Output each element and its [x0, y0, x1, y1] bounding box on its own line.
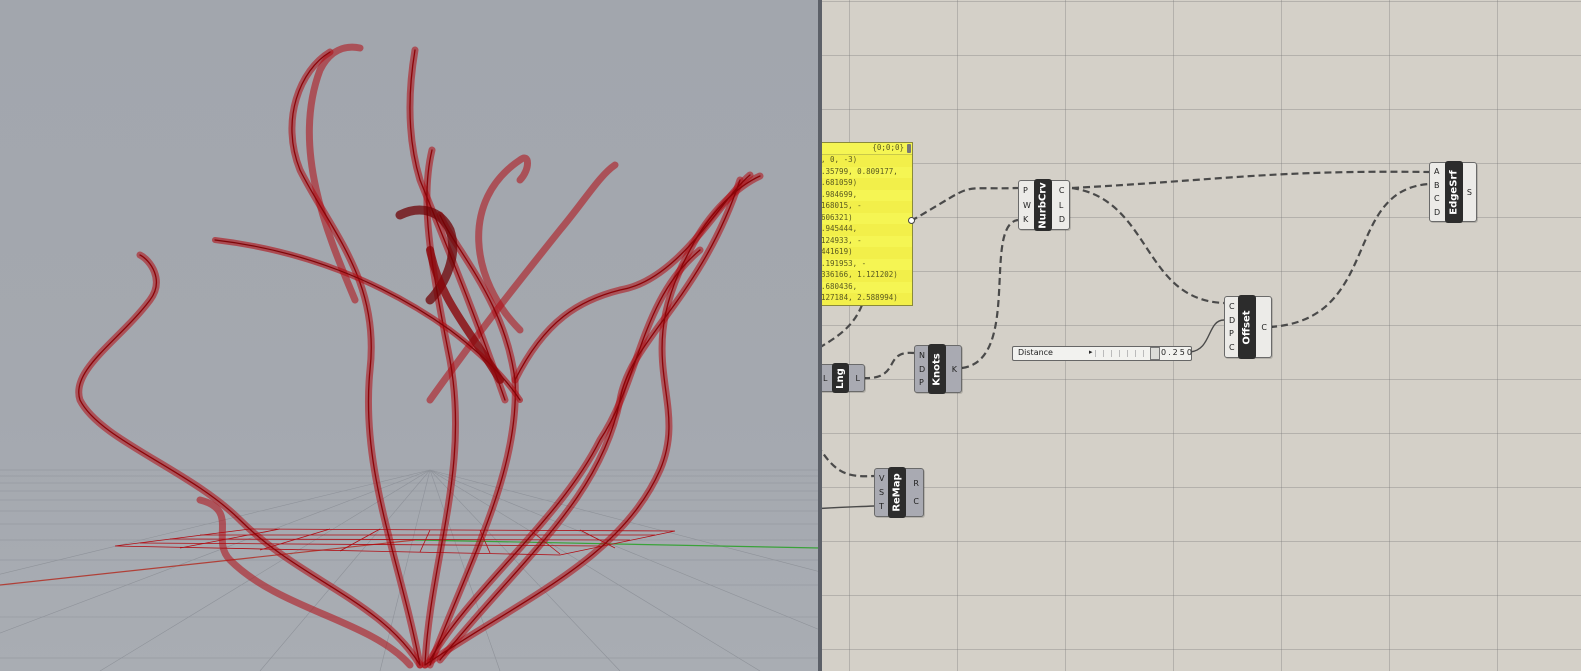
knots-component[interactable]: NDP Knots K — [914, 344, 962, 394]
lng-outputs: L — [856, 365, 860, 391]
knots-input-port[interactable]: P — [919, 378, 925, 387]
nurbcrv-input-port[interactable]: W — [1023, 201, 1031, 210]
offset-component[interactable]: CDPC Offset C — [1224, 295, 1272, 359]
panel-row: 336166, 1.121202) — [822, 270, 912, 282]
edgesrf-input-port[interactable]: B — [1434, 181, 1440, 190]
offset-inputs: CDPC — [1229, 297, 1235, 357]
remap-core: ReMap — [888, 467, 906, 518]
lng-inputs: L — [823, 365, 827, 391]
wire-slider-offset[interactable] — [1189, 319, 1225, 353]
knots-input-port[interactable]: N — [919, 351, 925, 360]
slider-value: 0.250 — [1161, 348, 1194, 357]
remap-input-port[interactable]: V — [879, 474, 884, 483]
wire-panel-nurbcrv[interactable] — [910, 186, 1019, 222]
offset-input-port[interactable]: C — [1229, 343, 1235, 352]
slider-track[interactable] — [1095, 350, 1157, 357]
nurbcrv-component[interactable]: PWK NurbCrv CLD — [1018, 179, 1070, 231]
x-axis — [0, 539, 416, 586]
lng-component[interactable]: L Lng L — [822, 363, 865, 393]
remap-input-port[interactable]: T — [879, 502, 884, 511]
panel-row: 124933, - — [822, 235, 862, 245]
panel-row: .191953, - — [822, 258, 867, 268]
rhino-viewport[interactable] — [0, 0, 820, 671]
nurbcrv-core: NurbCrv — [1034, 179, 1052, 231]
offset-input-port[interactable]: D — [1229, 316, 1235, 325]
lng-output-port[interactable]: L — [856, 374, 860, 383]
wire-lng-knots[interactable] — [862, 351, 915, 380]
panel-row: 441619) — [822, 247, 912, 259]
offset-input-port[interactable]: C — [1229, 302, 1235, 311]
edgesrf-input-port[interactable]: D — [1434, 208, 1440, 217]
slider-knob[interactable] — [1150, 347, 1160, 360]
wire-knots-nurbcrv[interactable] — [961, 218, 1019, 370]
wire-nurbcrv-offset[interactable] — [1071, 186, 1225, 305]
panel-row: .35799, 0.809177, — [822, 166, 898, 176]
panel-row: 168015, - — [822, 201, 912, 213]
offset-outputs: C — [1261, 297, 1267, 357]
edgesrf-input-port[interactable]: C — [1434, 194, 1440, 203]
edgesrf-outputs: S — [1467, 163, 1472, 221]
remap-outputs: RC — [913, 469, 919, 516]
edgesrf-input-port[interactable]: A — [1434, 167, 1440, 176]
panel-row: .984699, — [822, 189, 858, 199]
wire-nurbcrv-edgesrf[interactable] — [1071, 170, 1430, 190]
slider-arrow-icon: ▸ — [1089, 348, 1093, 356]
offset-input-port[interactable]: P — [1229, 329, 1235, 338]
wire-panel-out[interactable] — [822, 304, 864, 352]
panel-row: .945444, — [822, 224, 912, 236]
panel-row: 127184, 2.588994) — [822, 293, 912, 305]
nurbcrv-outputs: CLD — [1059, 181, 1065, 229]
viewport-scene — [0, 43, 820, 671]
panel-rows: , 0, -3) .35799, 0.809177, .681059) .984699… — [822, 155, 912, 306]
panel-row: , 0, -3) — [822, 155, 912, 167]
panel-row: .681059) — [822, 178, 912, 190]
nurbcrv-output-port[interactable]: D — [1059, 215, 1065, 224]
offset-core: Offset — [1238, 295, 1256, 359]
lng-core: Lng — [832, 363, 849, 393]
remap-output-port[interactable]: R — [913, 479, 919, 488]
data-panel[interactable]: {0;0;0} , 0, -3) .35799, 0.809177, .681059… — [822, 142, 913, 306]
remap-input-port[interactable]: S — [879, 488, 884, 497]
distance-slider[interactable]: Distance ▸ 0.250 — [1012, 346, 1192, 361]
panel-row: 606321) — [822, 212, 853, 222]
edgesrf-inputs: ABCD — [1434, 163, 1440, 221]
nurbcrv-output-port[interactable]: C — [1059, 186, 1065, 195]
ground-grid — [0, 469, 820, 671]
knots-input-port[interactable]: D — [919, 365, 925, 374]
edgesrf-core: EdgeSrf — [1445, 161, 1463, 223]
panel-output-grip[interactable] — [908, 217, 915, 224]
remap-output-port[interactable]: C — [913, 497, 919, 506]
knots-output-port[interactable]: K — [952, 365, 957, 374]
knots-inputs: NDP — [919, 346, 925, 392]
panel-scroll-grip[interactable] — [907, 144, 911, 153]
nurbcrv-input-port[interactable]: P — [1023, 186, 1031, 195]
panel-path: {0;0;0} — [822, 143, 912, 155]
lng-input-port[interactable]: L — [823, 374, 827, 383]
edgesrf-output-port[interactable]: S — [1467, 188, 1472, 197]
remap-component[interactable]: VST ReMap RC — [874, 467, 924, 518]
grasshopper-canvas[interactable]: {0;0;0} , 0, -3) .35799, 0.809177, .681059… — [822, 0, 1581, 671]
panel-row: .680436, — [822, 281, 858, 291]
nurbcrv-input-port[interactable]: K — [1023, 215, 1031, 224]
panel-row: .357854, - — [822, 305, 912, 306]
nurbcrv-output-port[interactable]: L — [1059, 201, 1065, 210]
ribbon-sculpture — [75, 43, 764, 669]
nurbcrv-inputs: PWK — [1023, 181, 1031, 229]
slider-label: Distance — [1018, 348, 1053, 357]
remap-inputs: VST — [879, 469, 884, 516]
offset-output-port[interactable]: C — [1261, 323, 1267, 332]
wire-layer — [822, 170, 1430, 510]
edgesrf-component[interactable]: ABCD EdgeSrf S — [1429, 161, 1477, 223]
wire-remap-in[interactable] — [822, 505, 875, 510]
knots-core: Knots — [928, 344, 946, 394]
wire-offset-edgesrf[interactable] — [1269, 182, 1430, 329]
knots-outputs: K — [952, 346, 957, 392]
wire-in-remap[interactable] — [822, 436, 875, 478]
